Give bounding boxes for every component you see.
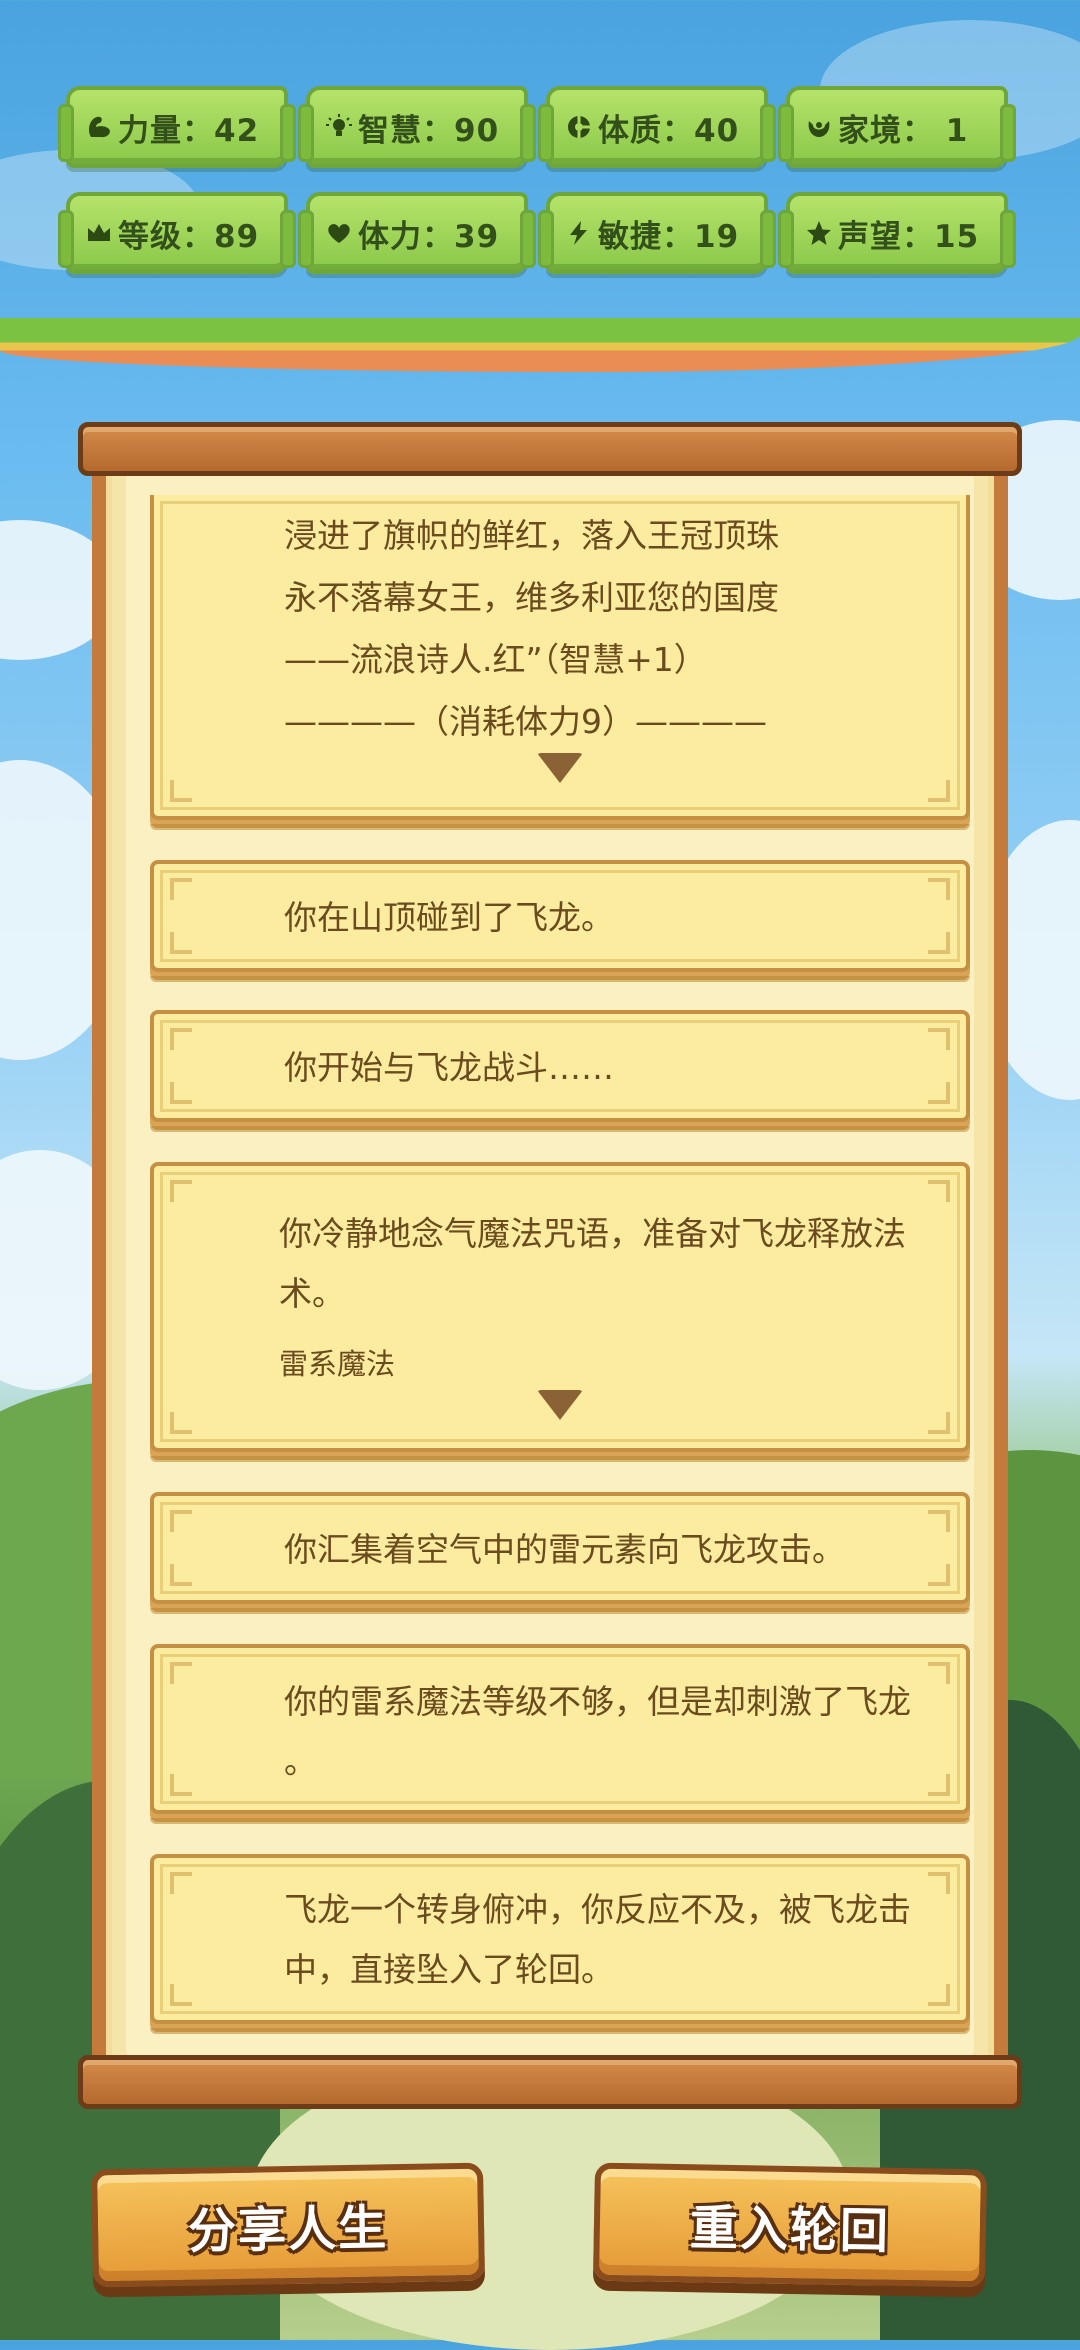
stat-strength-text: 力量：42 [118, 112, 260, 149]
stat-constitution-text: 体质：40 [598, 112, 740, 149]
expand-arrow-icon[interactable] [537, 753, 583, 783]
corner-ornament [170, 1412, 192, 1434]
grass-divider [0, 318, 1080, 372]
corner-ornament [170, 1082, 192, 1104]
stat-level: 等级：89 [58, 192, 296, 274]
log-text: 你冷静地念气魔法咒语，准备对飞龙释放法 术。 雷系魔法 [279, 1204, 946, 1394]
corner-ornament [170, 1662, 192, 1684]
log-line: 术。 [279, 1274, 345, 1313]
corner-ornament [170, 1028, 192, 1050]
corner-ornament [928, 1412, 950, 1434]
share-life-button[interactable]: 分享人生 [91, 2162, 485, 2288]
scroll-top-rod [78, 422, 1022, 476]
stat-level-text: 等级：89 [118, 218, 260, 255]
log-text: 你的雷系魔法等级不够，但是却刺激了飞龙 。 [284, 1672, 946, 1792]
family-icon [804, 112, 834, 142]
corner-ornament [170, 1774, 192, 1796]
stat-agility-text: 敏捷：19 [598, 218, 740, 255]
log-card: 你开始与飞龙战斗…… [150, 1010, 970, 1132]
lightbulb-icon [324, 112, 354, 142]
log-line: 。 [284, 1742, 317, 1781]
log-line: 中，直接坠入了轮回。 [284, 1950, 614, 1989]
stat-reputation: 声望：15 [778, 192, 1016, 274]
lightning-icon [564, 218, 594, 248]
stats-grid: 力量：42 智慧：90 体质：40 家境： 1 等级：89 体力：39 敏捷：1… [58, 86, 1026, 274]
scroll-bottom-rod [78, 2055, 1022, 2109]
log-line: 永不落幕女王，维多利亚您的国度 [284, 578, 779, 617]
corner-ornament [170, 1872, 192, 1894]
stat-family: 家境： 1 [778, 86, 1016, 168]
log-line: 飞龙一个转身俯冲，你反应不及，被飞龙击 [284, 1890, 911, 1929]
log-card: 你冷静地念气魔法咒语，准备对飞龙释放法 术。 雷系魔法 [150, 1162, 970, 1462]
log-line: 浸进了旗帜的鲜红，落入王冠顶珠 [284, 516, 779, 555]
corner-ornament [170, 1180, 192, 1202]
stat-reputation-text: 声望：15 [838, 218, 980, 255]
stat-strength: 力量：42 [58, 86, 296, 168]
log-card: 你在山顶碰到了飞龙。 [150, 860, 970, 982]
corner-ornament [170, 878, 192, 900]
log-card: 你的雷系魔法等级不够，但是却刺激了飞龙 。 [150, 1644, 970, 1824]
log-text: 你汇集着空气中的雷元素向飞龙攻击。 [284, 1530, 845, 1569]
reincarnate-button[interactable]: 重入轮回 [593, 2162, 987, 2288]
corner-ornament [170, 1984, 192, 2006]
crown-icon [84, 218, 114, 248]
stat-agility: 敏捷：19 [538, 192, 776, 274]
log-line: ——流浪诗人.红”（智慧+1） [284, 640, 707, 679]
constitution-icon [564, 112, 594, 142]
corner-ornament [170, 1510, 192, 1532]
log-line: 你的雷系魔法等级不够，但是却刺激了飞龙 [284, 1682, 911, 1721]
log-card: 你汇集着空气中的雷元素向飞龙攻击。 [150, 1492, 970, 1614]
log-text: 你在山顶碰到了飞龙。 [284, 898, 614, 937]
log-line: 你冷静地念气魔法咒语，准备对飞龙释放法 [279, 1214, 906, 1253]
stat-constitution: 体质：40 [538, 86, 776, 168]
magic-type-label: 雷系魔法 [279, 1347, 396, 1381]
expand-arrow-icon[interactable] [537, 1390, 583, 1420]
heart-icon [324, 218, 354, 248]
corner-ornament [170, 780, 192, 802]
log-text: 浸进了旗帜的鲜红，落入王冠顶珠 永不落幕女王，维多利亚您的国度 ——流浪诗人.红… [284, 505, 946, 753]
log-text: 你开始与飞龙战斗…… [284, 1048, 614, 1087]
stat-family-text: 家境： 1 [838, 112, 969, 149]
log-line: ————（消耗体力9）———— [284, 702, 767, 741]
corner-ornament [170, 1564, 192, 1586]
muscle-icon [84, 112, 114, 142]
corner-ornament [928, 780, 950, 802]
corner-ornament [170, 932, 192, 954]
stats-header: 力量：42 智慧：90 体质：40 家境： 1 等级：89 体力：39 敏捷：1… [0, 0, 1080, 372]
log-card: 浸进了旗帜的鲜红，落入王冠顶珠 永不落幕女王，维多利亚您的国度 ——流浪诗人.红… [150, 495, 970, 830]
log-card: 飞龙一个转身俯冲，你反应不及，被飞龙击 中，直接坠入了轮回。 [150, 1854, 970, 2034]
corner-ornament [928, 1180, 950, 1202]
star-icon [804, 218, 834, 248]
log-text: 飞龙一个转身俯冲，你反应不及，被飞龙击 中，直接坠入了轮回。 [284, 1880, 946, 2000]
stat-wisdom: 智慧：90 [298, 86, 536, 168]
stat-wisdom-text: 智慧：90 [358, 112, 500, 149]
stat-stamina-text: 体力：39 [358, 218, 500, 255]
stat-stamina: 体力：39 [298, 192, 536, 274]
